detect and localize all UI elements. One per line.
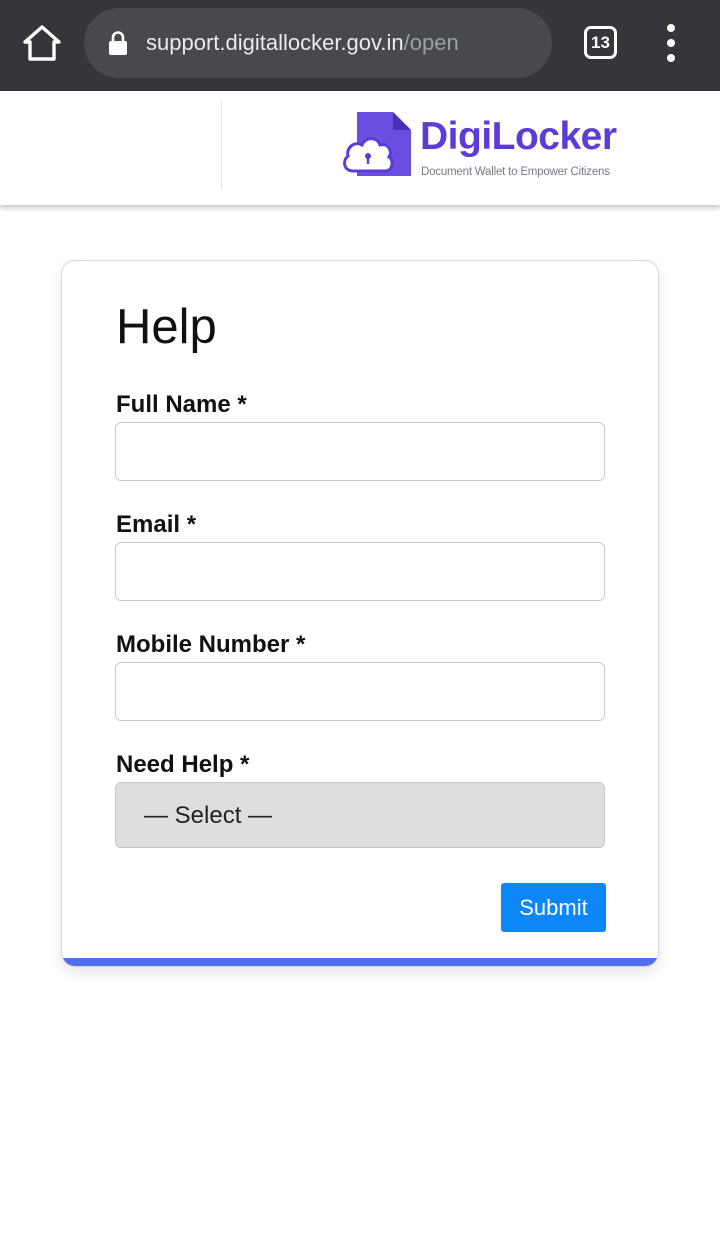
header-divider [221, 101, 222, 189]
lock-icon [108, 30, 128, 56]
cloud-document-icon [341, 109, 415, 181]
card-accent-bar [62, 958, 658, 966]
mobile-number-input[interactable] [115, 662, 605, 721]
full-name-input[interactable] [115, 422, 605, 481]
page-title: Help [116, 300, 217, 354]
url-host: support.digitallocker.gov.in [146, 30, 404, 55]
url-text[interactable]: support.digitallocker.gov.in/open [146, 28, 459, 58]
address-bar[interactable]: support.digitallocker.gov.in/open [84, 8, 552, 78]
submit-button[interactable]: Submit [501, 883, 606, 932]
home-icon[interactable] [22, 24, 62, 62]
email-label: Email * [116, 511, 197, 538]
help-form-card: Help Full Name * Email * Mobile Number *… [61, 260, 659, 967]
email-input[interactable] [115, 542, 605, 601]
need-help-label: Need Help * [116, 751, 250, 778]
url-path: /open [403, 30, 459, 55]
mobile-number-label: Mobile Number * [116, 631, 306, 658]
more-vert-icon[interactable] [660, 24, 682, 64]
tab-switcher-button[interactable]: 13 [584, 26, 617, 59]
need-help-select[interactable]: — Select — [115, 782, 605, 848]
site-header: DigiLocker Document Wallet to Empower Ci… [0, 91, 720, 205]
digilocker-logo[interactable]: DigiLocker Document Wallet to Empower Ci… [341, 109, 621, 181]
logo-title: DigiLocker [420, 115, 617, 158]
browser-toolbar: support.digitallocker.gov.in/open 13 [0, 0, 720, 91]
logo-tagline: Document Wallet to Empower Citizens [421, 166, 610, 178]
need-help-selected-value: — Select — [144, 802, 273, 829]
full-name-label: Full Name * [116, 391, 247, 418]
